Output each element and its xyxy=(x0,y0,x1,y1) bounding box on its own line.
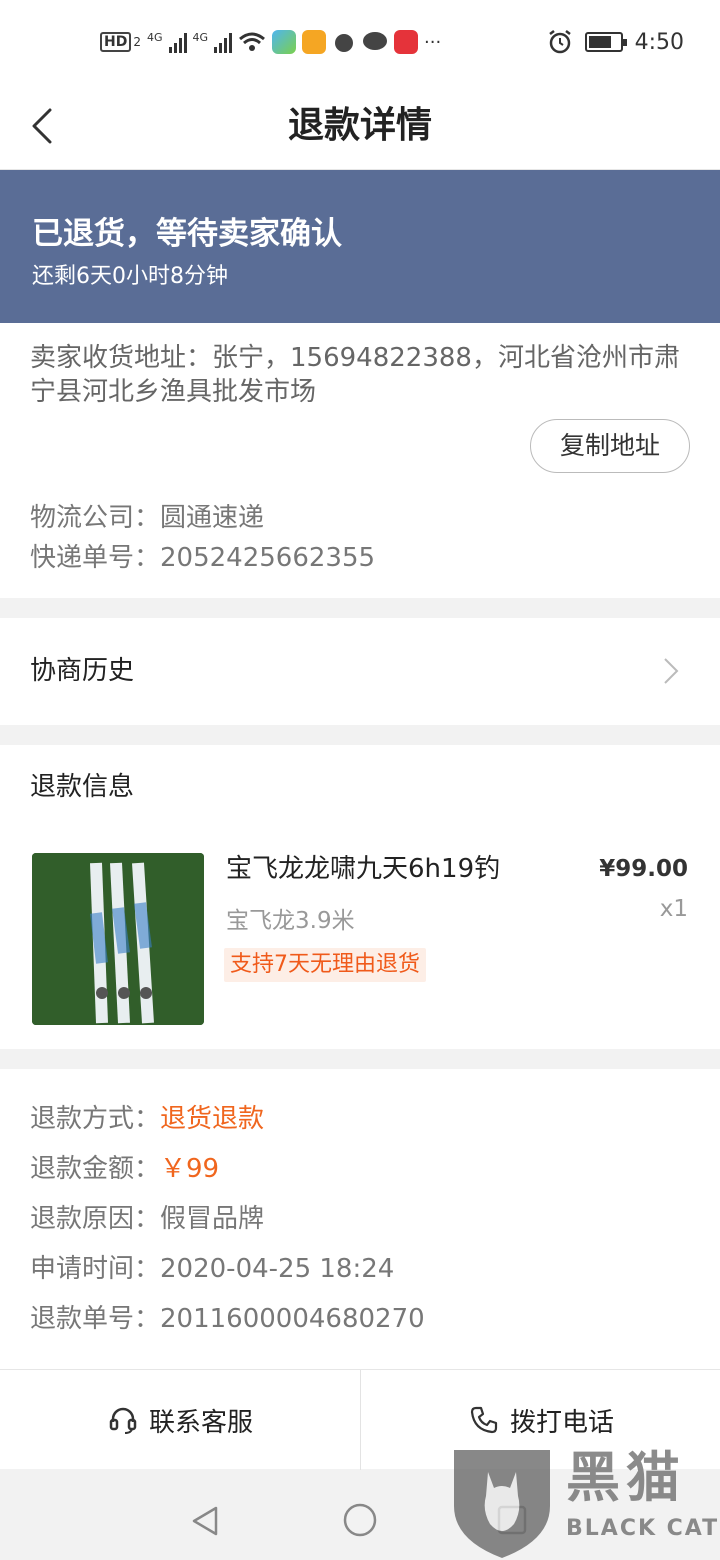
contact-service-label: 联系客服 xyxy=(148,1407,253,1438)
refund-reason-value: 假冒品牌 xyxy=(160,1204,265,1234)
sim-number: 2 xyxy=(133,35,141,49)
alarm-app-icon xyxy=(335,34,354,52)
status-bar-right: 4:50 xyxy=(547,26,684,58)
refund-method-row: 退款方式：退货退款 xyxy=(30,1101,264,1137)
return-address-card: 卖家收货地址：张宁，15694822388，河北省沧州市肃宁县河北乡渔具批发市场… xyxy=(0,323,720,598)
product-image xyxy=(32,853,204,1025)
status-main-text: 已退货，等待卖家确认 xyxy=(32,216,342,252)
navigation-bar: 退款详情 xyxy=(0,84,720,170)
refund-number-value: 2011600004680270 xyxy=(160,1304,425,1334)
signal-label-1: 4G xyxy=(146,30,163,44)
black-cat-shield-logo xyxy=(454,1450,550,1558)
call-phone-label: 拨打电话 xyxy=(509,1407,614,1438)
logistics-company-value: 圆通速递 xyxy=(160,503,265,533)
refund-status-banner: 已退货，等待卖家确认 还剩6天0小时8分钟 xyxy=(0,170,720,323)
watermark-cn-text: 黑猫 xyxy=(566,1446,686,1509)
refund-amount-row: 退款金额：￥99 xyxy=(30,1151,219,1187)
apply-time-label: 申请时间： xyxy=(30,1254,161,1284)
refund-method-value: 退货退款 xyxy=(160,1104,265,1134)
copy-address-button[interactable]: 复制地址 xyxy=(530,419,690,473)
logistics-company-label: 物流公司： xyxy=(30,503,161,533)
page-title: 退款详情 xyxy=(287,105,432,146)
refund-number-label: 退款单号： xyxy=(30,1304,161,1334)
signal-label-2: 4G xyxy=(192,30,209,44)
refund-info-card: 退款信息 宝飞龙龙啸九天6h19钓 宝飞龙3.9米 支持7天无理由退货 ¥99.… xyxy=(0,745,720,1049)
refund-amount-value: ￥99 xyxy=(160,1154,220,1184)
wifi-icon xyxy=(239,32,266,51)
signal-icon xyxy=(168,31,187,53)
status-bar-left: HD 2 4G 4G ··· xyxy=(100,26,441,58)
product-spec: 宝飞龙3.9米 xyxy=(226,908,355,934)
chevron-right-icon xyxy=(664,658,679,684)
refund-reason-label: 退款原因： xyxy=(30,1204,161,1234)
status-bar: HD 2 4G 4G ··· 4:50 xyxy=(0,0,720,84)
refund-reason-row: 退款原因：假冒品牌 xyxy=(30,1201,264,1237)
hd-indicator: HD xyxy=(100,32,132,52)
product-name[interactable]: 宝飞龙龙啸九天6h19钓 xyxy=(226,851,500,887)
maps-app-icon xyxy=(272,30,297,54)
refund-detail-card: 退款方式：退货退款 退款金额：￥99 退款原因：假冒品牌 申请时间：2020-0… xyxy=(0,1069,720,1369)
apply-time-row: 申请时间：2020-04-25 18:24 xyxy=(30,1251,394,1287)
refund-amount-label: 退款金额： xyxy=(30,1154,161,1184)
phone-icon xyxy=(470,1406,498,1434)
home-circle-icon[interactable] xyxy=(342,1502,378,1538)
product-thumbnail[interactable] xyxy=(32,853,204,1025)
shopping-app-icon xyxy=(302,30,327,54)
black-cat-watermark: 黑猫 BLACK CAT xyxy=(448,1444,720,1560)
tracking-number-label: 快递单号： xyxy=(30,543,161,573)
watermark-en-text: BLACK CAT xyxy=(566,1516,720,1541)
signal-icon-2 xyxy=(214,31,233,53)
product-quantity: x1 xyxy=(659,896,688,922)
more-notifications: ··· xyxy=(424,31,442,53)
battery-icon xyxy=(584,32,627,52)
refund-method-label: 退款方式： xyxy=(30,1104,161,1134)
back-triangle-icon[interactable] xyxy=(188,1504,222,1538)
return-policy-tag: 支持7天无理由退货 xyxy=(224,948,426,982)
negotiation-history-label: 协商历史 xyxy=(30,656,135,686)
refund-info-title: 退款信息 xyxy=(30,772,135,802)
status-countdown: 还剩6天0小时8分钟 xyxy=(32,264,228,289)
clock: 4:50 xyxy=(634,29,684,55)
tracking-number-value: 2052425662355 xyxy=(160,543,376,573)
product-price: ¥99.00 xyxy=(599,856,688,882)
negotiation-history-row[interactable]: 协商历史 xyxy=(0,618,720,725)
seller-address: 卖家收货地址：张宁，15694822388，河北省沧州市肃宁县河北乡渔具批发市场 xyxy=(30,343,680,407)
contact-service-button[interactable]: 联系客服 xyxy=(0,1370,360,1470)
headset-icon xyxy=(109,1407,137,1434)
alarm-icon xyxy=(548,30,571,54)
tracking-number-row: 快递单号：2052425662355 xyxy=(30,541,375,575)
logistics-company-row: 物流公司：圆通速递 xyxy=(30,501,264,535)
apply-time-value: 2020-04-25 18:24 xyxy=(160,1254,395,1284)
refund-number-row: 退款单号：2011600004680270 xyxy=(30,1301,425,1337)
chat-app-icon xyxy=(363,32,388,50)
huawei-app-icon xyxy=(394,30,419,54)
